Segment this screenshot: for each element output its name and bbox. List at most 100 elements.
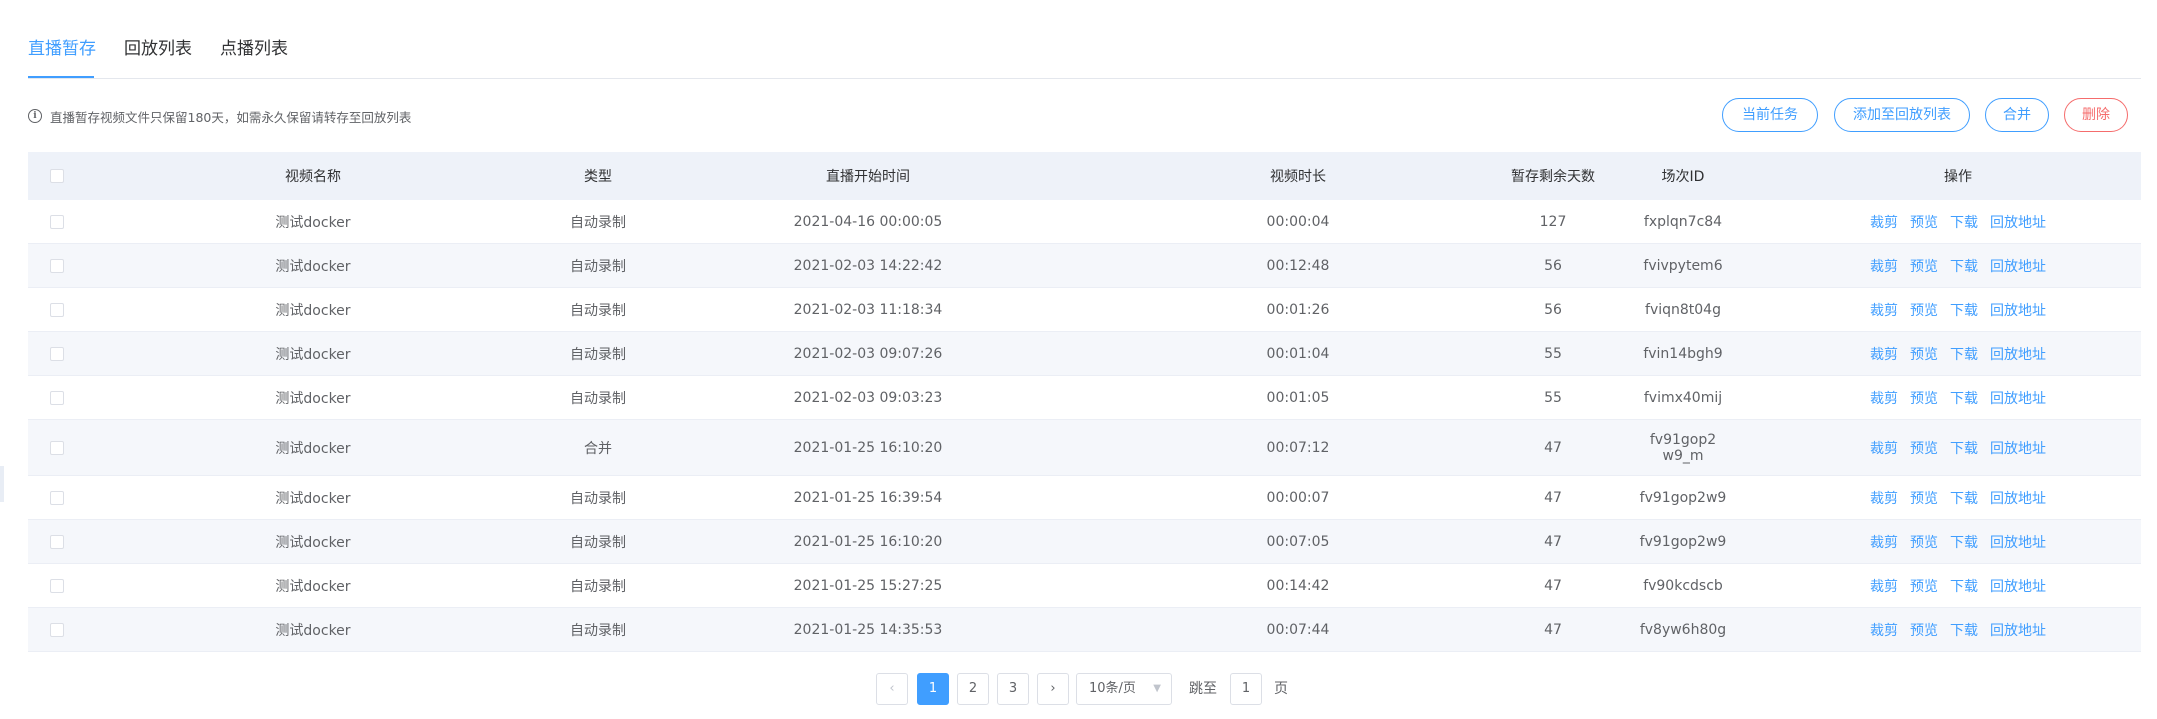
row-actions: 裁剪 预览 下载 回放地址 <box>1798 608 2118 651</box>
cell-type: 自动录制 <box>570 534 626 551</box>
preview-link[interactable]: 预览 <box>1910 388 1938 408</box>
preview-link[interactable]: 预览 <box>1910 212 1938 232</box>
preview-link[interactable]: 预览 <box>1910 256 1938 276</box>
preview-link[interactable]: 预览 <box>1910 344 1938 364</box>
cell-type: 自动录制 <box>570 302 626 319</box>
preview-link[interactable]: 预览 <box>1910 300 1938 320</box>
select-all-checkbox[interactable] <box>50 169 64 183</box>
cell-type: 自动录制 <box>570 490 626 507</box>
table-row: 测试docker 自动录制 2021-01-25 16:10:20 00:07:05 4… <box>28 520 2141 564</box>
cell-start-time: 2021-02-03 09:03:23 <box>793 389 943 406</box>
row-checkbox[interactable] <box>50 390 64 405</box>
crop-link[interactable]: 裁剪 <box>1870 388 1898 408</box>
cell-session-id: fvimx40mij <box>1643 389 1723 406</box>
replay-url-link[interactable]: 回放地址 <box>1990 256 2046 276</box>
current-task-button[interactable]: 当前任务 <box>1722 98 1818 132</box>
download-link[interactable]: 下载 <box>1950 576 1978 596</box>
row-checkbox[interactable] <box>50 578 64 593</box>
preview-link[interactable]: 预览 <box>1910 532 1938 552</box>
page-size-select[interactable]: 10条/页 ▼ <box>1076 673 1172 705</box>
crop-link[interactable]: 裁剪 <box>1870 576 1898 596</box>
page-2-button[interactable]: 2 <box>957 673 989 705</box>
crop-link[interactable]: 裁剪 <box>1870 620 1898 640</box>
replay-url-link[interactable]: 回放地址 <box>1990 344 2046 364</box>
tab-replay-list[interactable]: 回放列表 <box>124 36 192 76</box>
crop-link[interactable]: 裁剪 <box>1870 344 1898 364</box>
cell-days-left: 47 <box>1544 533 1562 550</box>
cell-duration: 00:00:04 <box>1266 213 1330 230</box>
row-checkbox[interactable] <box>50 490 64 505</box>
merge-button[interactable]: 合并 <box>1985 98 2049 132</box>
jump-page-input[interactable]: 1 <box>1230 673 1262 705</box>
crop-link[interactable]: 裁剪 <box>1870 256 1898 276</box>
replay-url-link[interactable]: 回放地址 <box>1990 532 2046 552</box>
row-actions: 裁剪 预览 下载 回放地址 <box>1798 520 2118 563</box>
table-row: 测试docker 自动录制 2021-01-25 15:27:25 00:14:42 4… <box>28 564 2141 608</box>
preview-link[interactable]: 预览 <box>1910 576 1938 596</box>
row-checkbox[interactable] <box>50 534 64 549</box>
download-link[interactable]: 下载 <box>1950 388 1978 408</box>
download-link[interactable]: 下载 <box>1950 344 1978 364</box>
cell-start-time: 2021-01-25 16:10:20 <box>793 533 943 550</box>
replay-url-link[interactable]: 回放地址 <box>1990 300 2046 320</box>
row-select-cell <box>28 564 86 607</box>
jump-label: 跳至 <box>1189 681 1217 697</box>
select-all-cell <box>28 152 86 200</box>
crop-link[interactable]: 裁剪 <box>1870 532 1898 552</box>
delete-button[interactable]: 删除 <box>2064 98 2128 132</box>
page-1-button[interactable]: 1 <box>917 673 949 705</box>
cell-type: 自动录制 <box>570 578 626 595</box>
cell-type: 自动录制 <box>570 258 626 275</box>
cell-days-left: 47 <box>1544 577 1562 594</box>
next-page-button[interactable]: › <box>1037 673 1069 705</box>
row-checkbox[interactable] <box>50 622 64 637</box>
row-checkbox[interactable] <box>50 214 64 229</box>
cell-type: 自动录制 <box>570 622 626 639</box>
crop-link[interactable]: 裁剪 <box>1870 212 1898 232</box>
replay-url-link[interactable]: 回放地址 <box>1990 620 2046 640</box>
cell-start-time: 2021-04-16 00:00:05 <box>793 213 943 230</box>
prev-page-button[interactable]: ‹ <box>876 673 908 705</box>
download-link[interactable]: 下载 <box>1950 438 1978 458</box>
replay-url-link[interactable]: 回放地址 <box>1990 438 2046 458</box>
download-link[interactable]: 下载 <box>1950 300 1978 320</box>
row-actions: 裁剪 预览 下载 回放地址 <box>1798 564 2118 607</box>
download-link[interactable]: 下载 <box>1950 488 1978 508</box>
retention-notice: i 直播暂存视频文件只保留180天，如需永久保留请转存至回放列表 <box>28 106 411 126</box>
tab-vod-list[interactable]: 点播列表 <box>220 36 288 76</box>
crop-link[interactable]: 裁剪 <box>1870 488 1898 508</box>
page-3-button[interactable]: 3 <box>997 673 1029 705</box>
row-checkbox[interactable] <box>50 346 64 361</box>
replay-url-link[interactable]: 回放地址 <box>1990 388 2046 408</box>
download-link[interactable]: 下载 <box>1950 212 1978 232</box>
replay-url-link[interactable]: 回放地址 <box>1990 488 2046 508</box>
crop-link[interactable]: 裁剪 <box>1870 438 1898 458</box>
row-actions: 裁剪 预览 下载 回放地址 <box>1798 200 2118 243</box>
row-checkbox[interactable] <box>50 440 64 455</box>
download-link[interactable]: 下载 <box>1950 620 1978 640</box>
row-select-cell <box>28 520 86 563</box>
col-type-header: 类型 <box>584 169 612 185</box>
add-to-replay-button[interactable]: 添加至回放列表 <box>1834 98 1970 132</box>
cell-session-id: fv91gop2w9_m <box>1649 431 1717 464</box>
page: 直播暂存 回放列表 点播列表 i 直播暂存视频文件只保留180天，如需永久保留请… <box>0 0 2157 719</box>
download-link[interactable]: 下载 <box>1950 256 1978 276</box>
cell-name: 测试docker <box>275 302 351 319</box>
replay-url-link[interactable]: 回放地址 <box>1990 576 2046 596</box>
cell-days-left: 55 <box>1544 345 1562 362</box>
cell-duration: 00:07:44 <box>1266 621 1330 638</box>
cell-days-left: 127 <box>1539 213 1567 230</box>
row-checkbox[interactable] <box>50 258 64 273</box>
download-link[interactable]: 下载 <box>1950 532 1978 552</box>
row-checkbox[interactable] <box>50 302 64 317</box>
cell-session-id: fxplqn7c84 <box>1643 213 1723 230</box>
replay-url-link[interactable]: 回放地址 <box>1990 212 2046 232</box>
cell-start-time: 2021-02-03 14:22:42 <box>793 257 943 274</box>
preview-link[interactable]: 预览 <box>1910 620 1938 640</box>
preview-link[interactable]: 预览 <box>1910 438 1938 458</box>
cell-name: 测试docker <box>275 534 351 551</box>
row-actions: 裁剪 预览 下载 回放地址 <box>1798 332 2118 375</box>
crop-link[interactable]: 裁剪 <box>1870 300 1898 320</box>
tab-live-cache[interactable]: 直播暂存 <box>28 36 96 76</box>
preview-link[interactable]: 预览 <box>1910 488 1938 508</box>
